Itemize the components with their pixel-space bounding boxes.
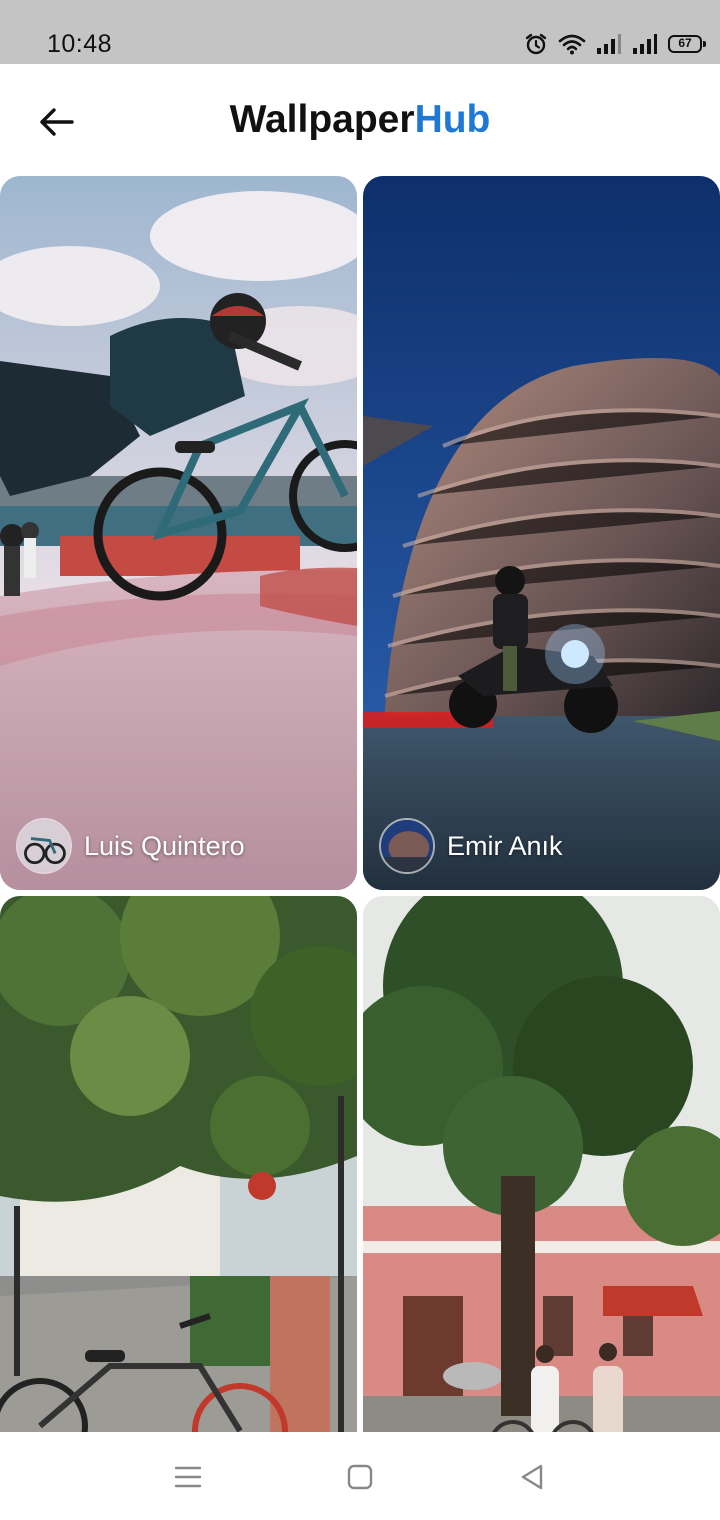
nav-back-button[interactable] (517, 1462, 547, 1492)
author-name[interactable]: Luis Quintero (84, 831, 245, 862)
wallpaper-image (0, 896, 357, 1432)
app-title-part1: Wallpaper (229, 98, 415, 141)
menu-icon (174, 1466, 202, 1488)
author-avatar[interactable] (16, 818, 72, 874)
status-bar: 10:48 67 (0, 0, 720, 64)
wallpaper-card[interactable]: Emir Anık (363, 176, 720, 890)
signal-icon (597, 34, 621, 54)
wifi-icon (558, 34, 586, 55)
back-icon (521, 1464, 543, 1490)
home-button[interactable] (345, 1462, 375, 1492)
wallpaper-card[interactable] (363, 896, 720, 1432)
status-icons: 67 (524, 31, 706, 57)
app-header: WallpaperHub (0, 64, 720, 176)
wallpaper-image (363, 896, 720, 1432)
app-title: WallpaperHub (0, 98, 720, 142)
wallpaper-card[interactable]: Luis Quintero (0, 176, 357, 890)
battery-icon: 67 (668, 35, 706, 53)
photo-credit: Luis Quintero (16, 818, 245, 874)
wallpaper-grid: Luis Quintero Emir Anık (0, 176, 720, 1432)
photo-credit: Emir Anık (379, 818, 563, 874)
app-title-part2: Hub (414, 98, 491, 141)
recent-apps-button[interactable] (173, 1462, 203, 1492)
wallpaper-image (363, 176, 720, 890)
alarm-icon (525, 33, 547, 55)
home-icon (347, 1464, 373, 1490)
author-name[interactable]: Emir Anık (447, 831, 563, 862)
wallpaper-image (0, 176, 357, 890)
system-nav-bar (0, 1432, 720, 1520)
wallpaper-card[interactable] (0, 896, 357, 1432)
status-time: 10:48 (47, 30, 113, 58)
author-avatar[interactable] (379, 818, 435, 874)
signal-icon (633, 34, 657, 54)
